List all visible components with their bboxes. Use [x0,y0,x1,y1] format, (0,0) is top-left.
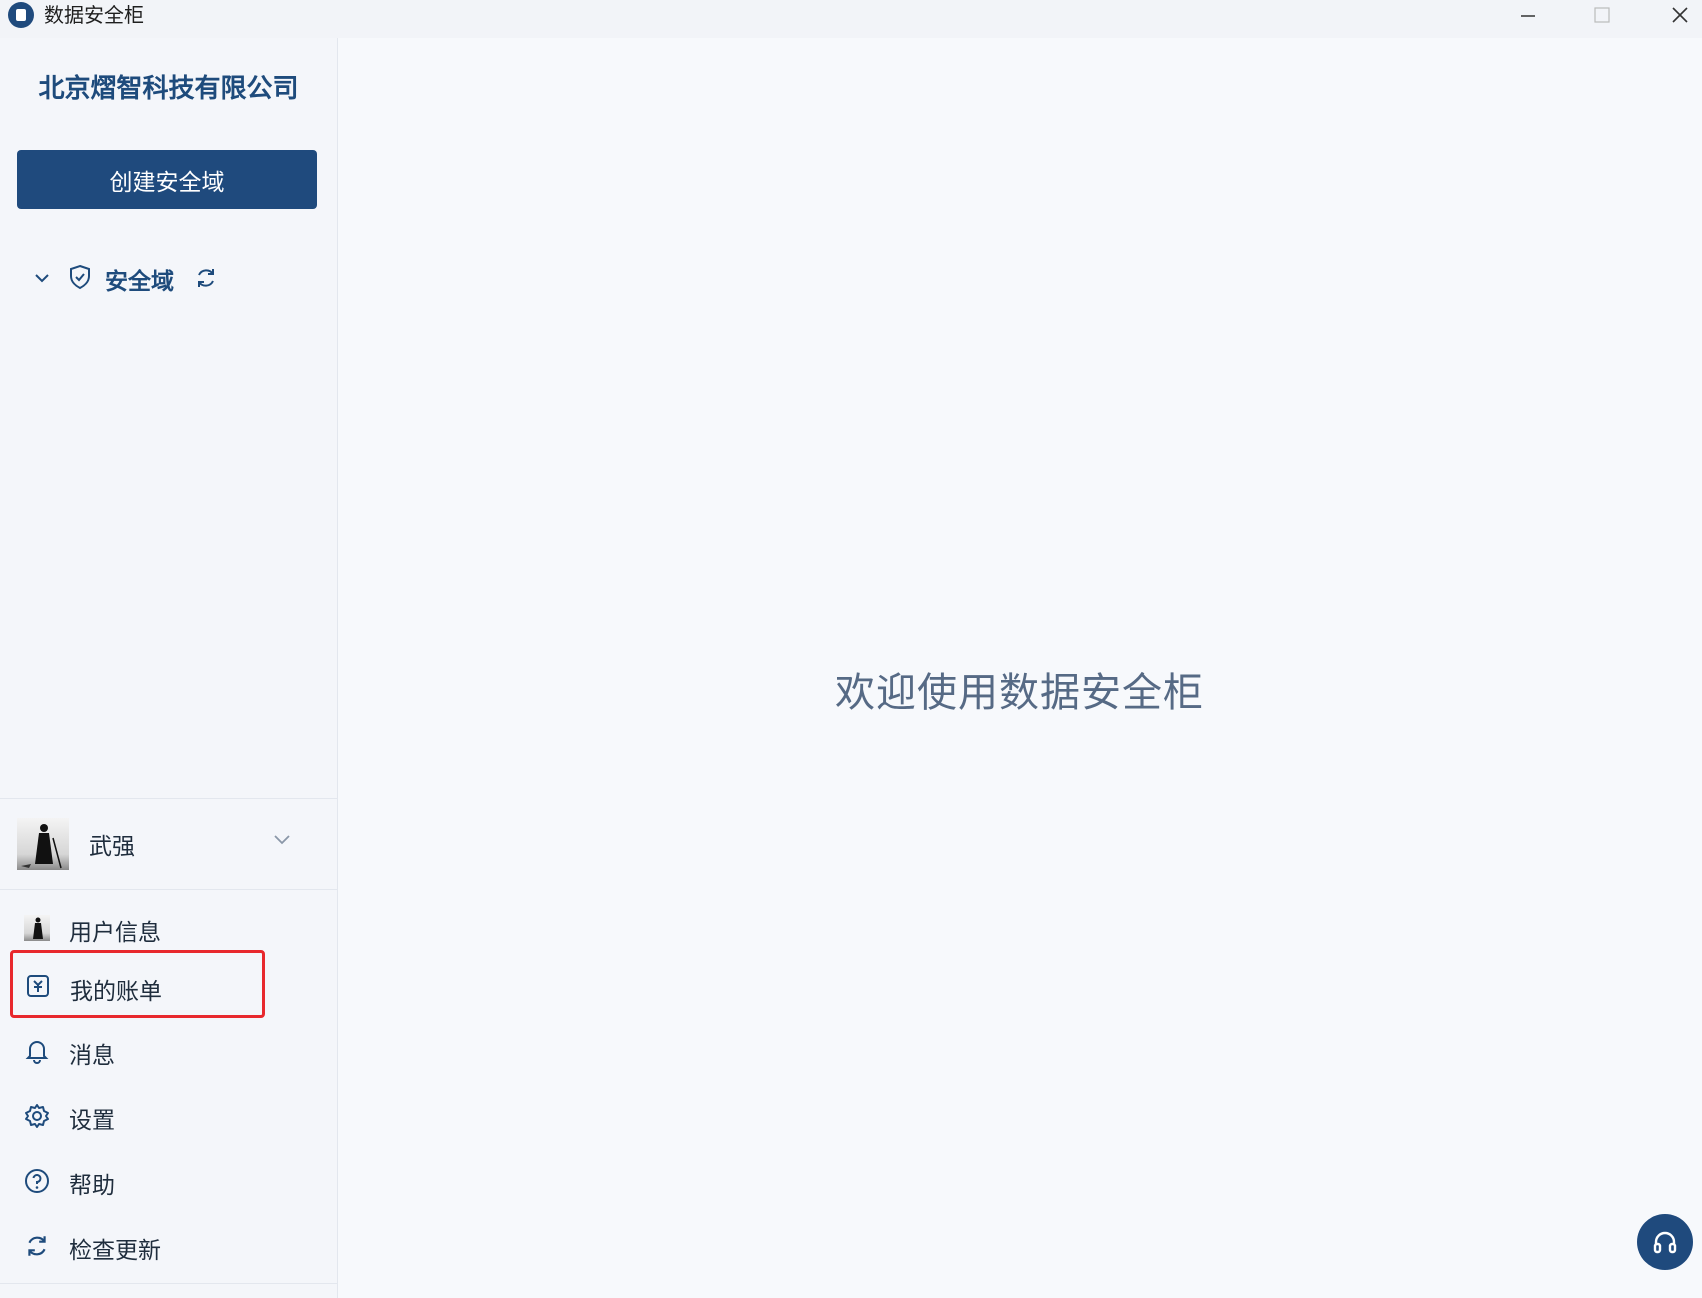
domain-section-label: 安全域 [105,269,174,295]
app-logo-icon [8,2,34,28]
user-section[interactable]: 武强 [0,798,337,890]
bell-icon [25,1041,49,1064]
menu-item-label: 我的账单 [70,979,162,1005]
company-name: 北京熠智科技有限公司 [38,74,299,104]
sidebar: 北京熠智科技有限公司 创建安全域 安全域 武强 用户信息 我的账单 消息 设置 … [0,38,338,1298]
avatar-image [21,824,62,869]
username: 武强 [89,834,135,860]
menu-item-check-update[interactable]: 检查更新 [10,1218,265,1274]
minimize-button[interactable] [1498,0,1558,30]
chevron-down-icon[interactable] [272,829,292,849]
menu-item-my-bill[interactable]: 我的账单 [10,950,265,1018]
menu-item-settings[interactable]: 设置 [10,1088,265,1144]
menu-item-user-info[interactable]: 用户信息 [10,900,265,956]
menu-item-messages[interactable]: 消息 [10,1023,265,1079]
gear-icon [25,1104,49,1128]
chevron-down-icon[interactable] [34,270,50,286]
refresh-icon[interactable] [194,266,218,290]
domain-section-header[interactable]: 安全域 [30,260,310,296]
window-title: 数据安全柜 [44,3,144,27]
menu-item-label: 帮助 [69,1173,115,1199]
bill-icon [27,975,49,997]
menu-item-label: 消息 [69,1043,115,1069]
menu-item-help[interactable]: 帮助 [10,1153,265,1209]
avatar [17,818,69,870]
support-button[interactable] [1637,1214,1693,1270]
minimize-icon [1521,15,1535,17]
shield-icon [70,264,90,290]
divider [0,1283,337,1284]
menu-item-label: 检查更新 [69,1238,161,1264]
create-domain-button[interactable]: 创建安全域 [17,150,317,209]
close-button[interactable] [1650,0,1702,30]
welcome-message: 欢迎使用数据安全柜 [835,670,1204,716]
close-icon [1672,7,1688,23]
headset-icon [1653,1231,1677,1254]
maximize-button[interactable] [1572,0,1632,30]
maximize-icon [1594,7,1610,23]
help-icon [25,1169,49,1193]
refresh-icon [28,1236,46,1256]
menu-item-label: 用户信息 [69,920,161,946]
menu-item-label: 设置 [69,1108,115,1134]
avatar-icon [24,915,50,941]
title-bar: 数据安全柜 [0,0,1702,38]
